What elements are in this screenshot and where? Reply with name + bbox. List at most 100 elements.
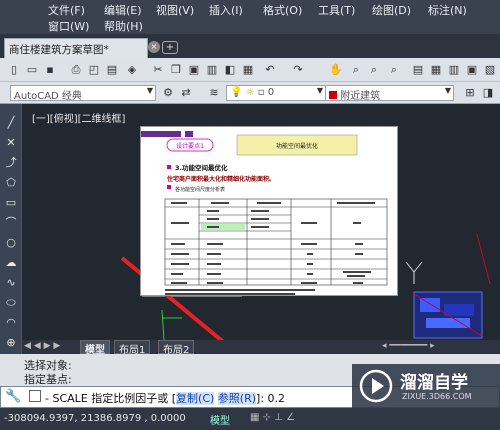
workspace-value: AutoCAD 经典 — [14, 91, 82, 101]
chevron-down-icon: ▼ — [146, 86, 153, 95]
markup-icon[interactable]: ▧ — [482, 62, 498, 78]
sheet-title: 3.功能空间最优化 — [175, 163, 228, 172]
pan-hand-icon[interactable]: ✋ — [328, 62, 344, 78]
viewport-controls[interactable]: [一][俯视][二维线框] — [32, 110, 125, 125]
design-center-icon[interactable]: ▦ — [428, 62, 444, 78]
menu-file[interactable]: 文件(F) — [48, 2, 85, 18]
tab-nav-arrows[interactable]: ◀ ◀ ▶ ▶ — [24, 341, 60, 351]
layers-toolbar: AutoCAD 经典 ▼ ⚙ ⇄ ≋ 💡 ☼ ▫ 0 ▼ 附近建筑 ▼ ⊞ ◨ — [0, 82, 500, 104]
command-input-value[interactable]: 0.2 — [268, 392, 286, 405]
sheet-set-icon[interactable]: ▣ — [464, 62, 480, 78]
clipboard-icon[interactable]: ▦ — [240, 62, 256, 78]
layer-dropdown[interactable]: 💡 ☼ ▫ 0 ▼ — [226, 85, 326, 101]
workspace-dropdown[interactable]: AutoCAD 经典 ▼ — [10, 85, 156, 101]
arc-icon[interactable]: ⌒ — [4, 216, 18, 230]
undo-icon[interactable]: ↶ — [262, 62, 278, 78]
cut-icon[interactable]: ✂ — [150, 62, 166, 78]
rectangle-icon[interactable]: ▭ — [4, 196, 18, 210]
revision-cloud-icon[interactable]: ☁ — [4, 256, 18, 270]
layer-properties-icon[interactable]: ≋ — [206, 85, 222, 101]
layer-value: 0 — [267, 87, 275, 98]
spline-icon[interactable]: ∿ — [4, 276, 18, 290]
menu-dimension[interactable]: 标注(N) — [428, 2, 467, 18]
layer-previous-icon[interactable]: ◨ — [480, 85, 496, 101]
menu-format[interactable]: 格式(O) — [263, 2, 302, 18]
workspace-switch-icon[interactable]: ⇄ — [178, 85, 194, 101]
print-preview-icon[interactable]: ◰ — [86, 62, 102, 78]
match-properties-icon[interactable]: ▥ — [204, 62, 220, 78]
plot-icon[interactable]: ▤ — [104, 62, 120, 78]
wrench-icon[interactable]: 🔧 — [5, 389, 21, 404]
menu-edit[interactable]: 编辑(E) — [104, 2, 142, 18]
document-tab[interactable]: 商住楼建筑方案草图* — [4, 38, 148, 58]
zoom-window-icon[interactable]: ⌕ — [366, 62, 382, 78]
command-prompt: - SCALE 指定比例因子或 [复制(C) 参照(R)]: 0.2 — [45, 390, 285, 406]
insert-block-icon[interactable]: ⊕ — [4, 336, 18, 350]
watermark-brand: 溜溜自学 — [400, 373, 468, 393]
chevron-down-icon: ▼ — [316, 86, 323, 95]
tool-palettes-icon[interactable]: ▥ — [446, 62, 462, 78]
print-icon[interactable]: ⎙ — [68, 62, 84, 78]
history-line-2: 指定基点: — [24, 373, 72, 386]
drawing-sheet: 设计要点1 功能空间最优化 3.功能空间最优化 住宅商户面积最大化和精细化功能面… — [140, 126, 398, 296]
make-current-icon[interactable]: ⊞ — [462, 85, 478, 101]
layer-color-swatch — [329, 91, 337, 99]
ucs-y-axis — [161, 309, 165, 340]
tab-layout2[interactable]: 布局2 — [158, 340, 195, 356]
chevron-down-icon: ▼ — [444, 86, 451, 95]
line-icon[interactable]: ╱ — [4, 116, 18, 130]
circle-icon[interactable]: ○ — [4, 236, 18, 250]
draw-toolbar: ╱ ✕ ⤴ ⬠ ▭ ⌒ ○ ☁ ∿ ⬭ ◠ ⊕ — [0, 104, 22, 354]
ellipse-icon[interactable]: ⬭ — [4, 296, 18, 310]
menu-bar: 文件(F) 编辑(E) 视图(V) 插入(I) 格式(O) 工具(T) 绘图(D… — [0, 0, 500, 34]
open-folder-icon[interactable]: ▭ — [24, 62, 40, 78]
prompt-suffix: ]: — [256, 392, 265, 405]
copy-icon[interactable]: ❐ — [168, 62, 184, 78]
menu-tools[interactable]: 工具(T) — [318, 2, 355, 18]
layout-tab-bar: ◀ ◀ ▶ ▶ 模型 布局1 布局2 ◂ ━━━━━━━ ▸ — [22, 340, 500, 356]
tab-layout1[interactable]: 布局1 — [114, 340, 151, 356]
status-bar: -308094.9397, 21386.8979 , 0.0000 模型 ▦ ⊹… — [0, 408, 500, 430]
watermark: 溜溜自学 ZIXUE.3D66.COM — [352, 364, 500, 408]
save-icon[interactable]: ▪ — [42, 62, 58, 78]
paste-icon[interactable]: ▣ — [186, 62, 202, 78]
status-grid-icon[interactable]: ▦ ⊹ ⊥ ∠ — [250, 412, 295, 423]
new-file-icon[interactable]: ▯ — [6, 62, 22, 78]
new-tab-button[interactable]: + — [162, 41, 178, 54]
menu-view[interactable]: 视图(V) — [156, 2, 194, 18]
polyline-icon[interactable]: ⤴ — [4, 156, 18, 170]
polygon-icon[interactable]: ⬠ — [4, 176, 18, 190]
publish-icon[interactable]: ◈ — [124, 62, 140, 78]
sun-icon: ☼ — [245, 87, 255, 98]
design-tag: 设计要点1 — [176, 142, 204, 150]
menu-draw[interactable]: 绘图(D) — [372, 2, 411, 18]
tab-model[interactable]: 模型 — [80, 340, 110, 356]
recent-commands-icon[interactable] — [29, 390, 41, 402]
workspace-settings-icon[interactable]: ⚙ — [160, 85, 176, 101]
menu-window[interactable]: 窗口(W) — [48, 18, 89, 34]
menu-insert[interactable]: 插入(I) — [209, 2, 243, 18]
horizontal-scrollbar[interactable]: ◂ ━━━━━━━ ▸ — [382, 341, 435, 351]
menu-help[interactable]: 帮助(H) — [104, 18, 143, 34]
layer-name-dropdown[interactable]: 附近建筑 ▼ — [326, 85, 454, 101]
sheet-subtitle: 住宅商户面积最大化和精细化功能面积。 — [167, 175, 275, 183]
sheet-graphics: 设计要点1 功能空间最优化 3.功能空间最优化 住宅商户面积最大化和精细化功能面… — [141, 131, 388, 295]
close-tab-icon[interactable]: × — [148, 41, 160, 53]
coordinates-readout: -308094.9397, 21386.8979 , 0.0000 — [4, 413, 186, 424]
redo-icon[interactable]: ↷ — [290, 62, 306, 78]
construction-line-icon[interactable]: ✕ — [4, 136, 18, 150]
building-plan-fragment — [405, 233, 491, 339]
ellipse-arc-icon[interactable]: ◠ — [4, 316, 18, 330]
zoom-realtime-icon[interactable]: ⌕ — [348, 62, 364, 78]
option-copy[interactable]: 复制(C) — [176, 392, 215, 405]
option-reference[interactable]: 参照(R) — [217, 392, 257, 405]
block-editor-icon[interactable]: ◧ — [222, 62, 238, 78]
document-tab-title: 商住楼建筑方案草图* — [9, 44, 109, 56]
status-model-label[interactable]: 模型 — [210, 412, 230, 427]
properties-icon[interactable]: ▤ — [410, 62, 426, 78]
zoom-previous-icon[interactable]: ⌕ — [386, 62, 402, 78]
standard-toolbar: ▯ ▭ ▪ ⎙ ◰ ▤ ◈ ✂ ❐ ▣ ▥ ◧ ▦ ↶ ↷ ✋ ⌕ ⌕ ⌕ ▤ … — [0, 58, 500, 82]
sheet-heading: 功能空间最优化 — [276, 142, 318, 150]
play-logo-icon — [359, 369, 393, 403]
table-caption: 各功能空间尺度分析表 — [175, 186, 225, 193]
